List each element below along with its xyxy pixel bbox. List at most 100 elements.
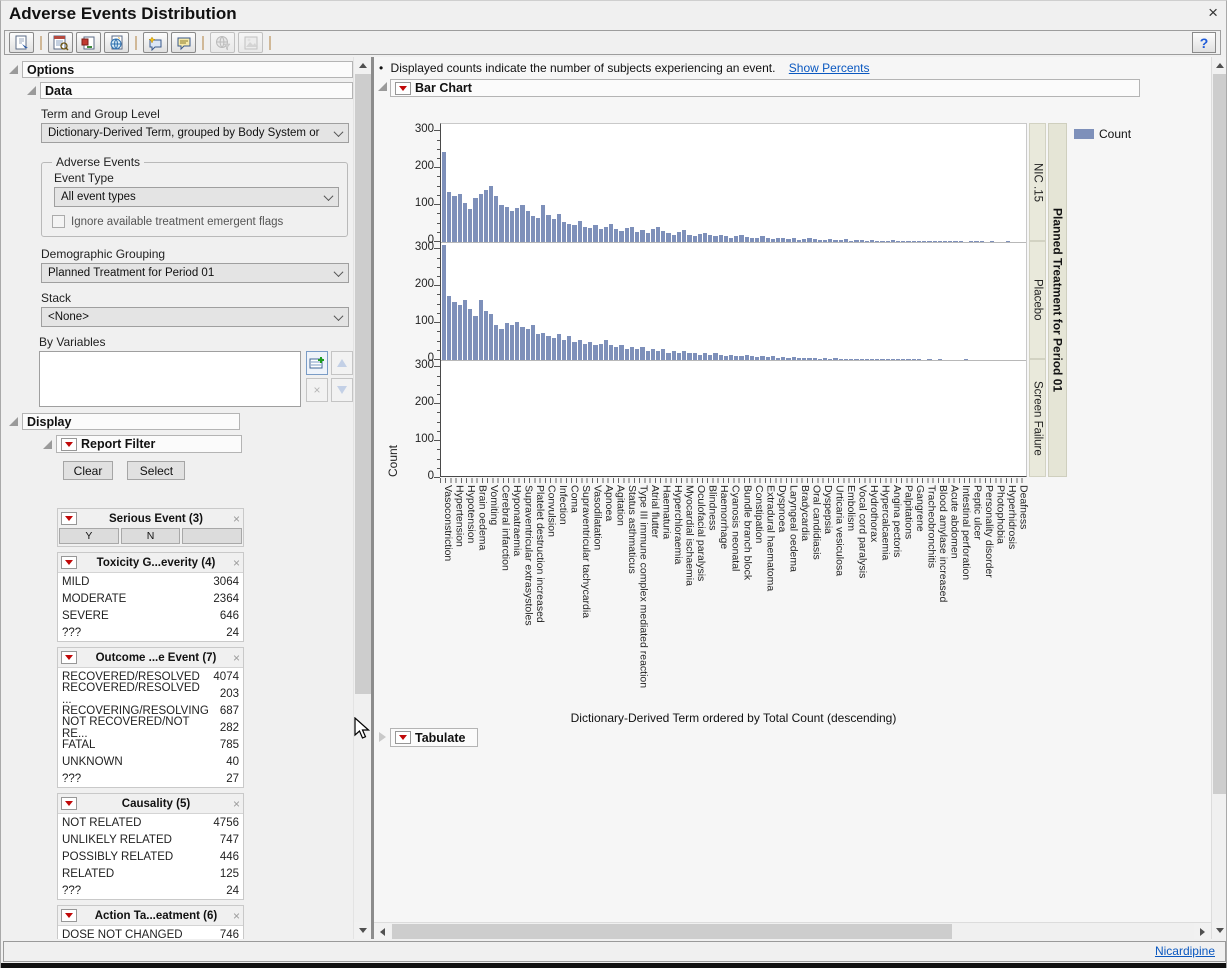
bar[interactable] <box>661 231 665 242</box>
bar[interactable] <box>713 353 717 360</box>
select-button[interactable]: Select <box>127 461 185 480</box>
bar[interactable] <box>479 194 483 242</box>
scroll-down-arrow[interactable] <box>1212 922 1227 939</box>
bar[interactable] <box>557 334 561 360</box>
disclosure-open-icon[interactable] <box>378 82 387 91</box>
bar[interactable] <box>599 229 603 242</box>
bar[interactable] <box>588 228 592 242</box>
bar[interactable] <box>677 353 681 360</box>
bar[interactable] <box>526 329 530 360</box>
bar[interactable] <box>640 347 644 360</box>
bar[interactable] <box>562 222 566 242</box>
bar[interactable] <box>651 229 655 242</box>
filter-value-row[interactable]: UNKNOWN40 <box>58 753 243 770</box>
stack-select[interactable]: <None> <box>41 307 349 327</box>
bar[interactable] <box>531 216 535 242</box>
bar[interactable] <box>479 300 483 360</box>
bar[interactable] <box>693 353 697 360</box>
bar[interactable] <box>541 205 545 242</box>
bar[interactable] <box>635 232 639 242</box>
red-triangle-menu-icon[interactable] <box>61 651 77 664</box>
scroll-left-arrow[interactable] <box>374 923 391 939</box>
bar[interactable] <box>458 305 462 360</box>
filter-value-row[interactable]: MILD3064 <box>58 573 243 590</box>
main-scrollbar[interactable] <box>1211 57 1227 939</box>
bar[interactable] <box>656 351 660 360</box>
red-triangle-menu-icon[interactable] <box>395 82 411 95</box>
bar[interactable] <box>552 338 556 360</box>
report-filter-header[interactable]: Report Filter <box>56 435 242 453</box>
bar-chart-header[interactable]: Bar Chart <box>390 79 1140 97</box>
scroll-up-arrow[interactable] <box>1212 57 1227 74</box>
bar[interactable] <box>494 196 498 242</box>
bar[interactable] <box>510 325 514 360</box>
bar[interactable] <box>672 235 676 242</box>
bar[interactable] <box>541 333 545 360</box>
demographic-grouping-select[interactable]: Planned Treatment for Period 01 <box>41 263 349 283</box>
bar[interactable] <box>489 186 493 242</box>
bar[interactable] <box>515 322 519 360</box>
data-header[interactable]: Data <box>40 82 353 99</box>
bar[interactable] <box>656 227 660 242</box>
bar[interactable] <box>708 235 712 242</box>
bar[interactable] <box>510 211 514 242</box>
bar[interactable] <box>687 353 691 360</box>
bar[interactable] <box>499 205 503 242</box>
close-filter-icon[interactable]: × <box>233 556 240 570</box>
bar[interactable] <box>505 207 509 242</box>
bar[interactable] <box>452 302 456 361</box>
bar[interactable] <box>583 344 587 360</box>
bar[interactable] <box>578 340 582 360</box>
bar[interactable] <box>672 351 676 360</box>
bar[interactable] <box>572 342 576 360</box>
show-percents-link[interactable]: Show Percents <box>789 61 870 75</box>
bar[interactable] <box>473 316 477 360</box>
filter-value-row[interactable]: DOSE NOT CHANGED746 <box>58 926 243 939</box>
filter-value-row[interactable]: MODERATE2364 <box>58 590 243 607</box>
bar[interactable] <box>646 233 650 242</box>
bar[interactable] <box>646 351 650 360</box>
horizontal-scrollbar[interactable] <box>374 922 1211 939</box>
bar[interactable] <box>567 224 571 242</box>
disclosure-open-icon[interactable] <box>9 65 18 74</box>
bar[interactable] <box>593 225 597 242</box>
bar[interactable] <box>463 203 467 242</box>
red-triangle-menu-icon[interactable] <box>61 909 77 922</box>
bar[interactable] <box>677 232 681 242</box>
close-filter-icon[interactable]: × <box>233 797 240 811</box>
bar[interactable] <box>619 345 623 360</box>
red-triangle-menu-icon[interactable] <box>61 438 77 451</box>
scroll-down-arrow[interactable] <box>354 922 371 939</box>
red-triangle-menu-icon[interactable] <box>61 797 77 810</box>
bar[interactable] <box>531 325 535 360</box>
bar[interactable] <box>739 235 743 242</box>
move-up-button[interactable] <box>331 351 353 375</box>
bar[interactable] <box>515 208 519 242</box>
filter-value-row[interactable]: UNLIKELY RELATED747 <box>58 831 243 848</box>
bar[interactable] <box>651 349 655 360</box>
bar[interactable] <box>604 227 608 242</box>
bar[interactable] <box>588 342 592 360</box>
bar[interactable] <box>698 234 702 242</box>
bar[interactable] <box>442 245 446 360</box>
bar[interactable] <box>625 349 629 360</box>
display-header[interactable]: Display <box>22 413 240 430</box>
by-variables-list[interactable] <box>39 351 301 407</box>
bar[interactable] <box>447 192 451 242</box>
note-icon[interactable] <box>171 32 196 53</box>
bar[interactable] <box>609 345 613 360</box>
bar[interactable] <box>614 347 618 360</box>
move-down-button[interactable] <box>331 378 353 402</box>
bar[interactable] <box>583 227 587 242</box>
bar[interactable] <box>468 309 472 360</box>
bar[interactable] <box>703 233 707 242</box>
filter-value-button[interactable]: Y <box>59 528 119 544</box>
bar[interactable] <box>567 336 571 360</box>
bar[interactable] <box>546 336 550 360</box>
presentation-report-icon[interactable] <box>76 32 101 53</box>
bar[interactable] <box>458 194 462 242</box>
bar[interactable] <box>536 334 540 360</box>
bar[interactable] <box>682 351 686 360</box>
bar[interactable] <box>572 225 576 242</box>
bar[interactable] <box>520 327 524 360</box>
